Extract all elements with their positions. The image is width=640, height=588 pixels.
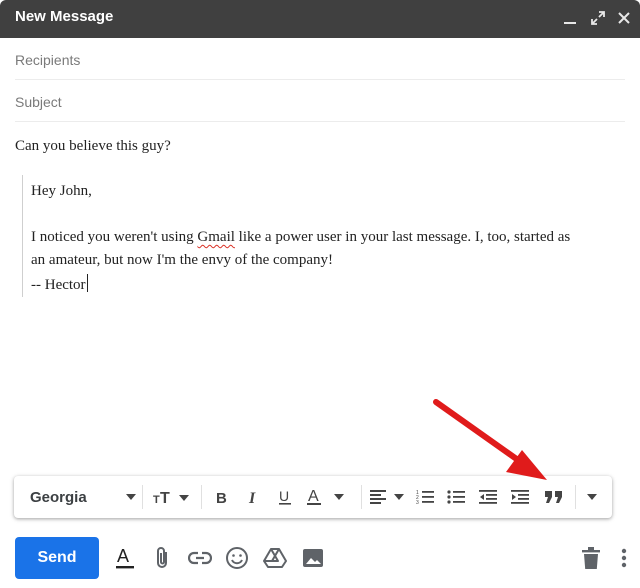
quote-greeting: Hey John, xyxy=(31,183,92,199)
drive-icon[interactable] xyxy=(262,545,288,571)
text-cursor xyxy=(86,274,88,292)
underline-icon[interactable]: U xyxy=(274,476,296,518)
recipients-placeholder: Recipients xyxy=(15,52,81,68)
close-icon[interactable] xyxy=(612,6,636,30)
indent-less-icon[interactable] xyxy=(477,476,499,518)
subject-field[interactable]: Subject xyxy=(15,82,625,122)
quote-line-2: an amateur, but now I'm the envy of the … xyxy=(31,252,334,268)
toolbar-divider xyxy=(142,485,143,509)
compose-titlebar[interactable]: New Message xyxy=(0,0,640,38)
svg-text:3: 3 xyxy=(416,500,419,505)
send-button[interactable]: Send xyxy=(15,537,99,579)
font-selector[interactable]: Georgia xyxy=(22,476,140,518)
more-options-icon[interactable] xyxy=(611,545,637,571)
font-dropdown-icon xyxy=(126,494,136,500)
align-icon[interactable] xyxy=(366,476,414,518)
svg-text:I: I xyxy=(248,490,256,506)
numbered-list-icon[interactable]: 1 2 3 xyxy=(414,476,436,518)
minimize-icon[interactable] xyxy=(558,6,582,30)
text-color-icon[interactable]: A xyxy=(304,476,356,518)
trash-icon[interactable] xyxy=(578,545,604,571)
toolbar-divider xyxy=(575,485,576,509)
recipients-field[interactable]: Recipients xyxy=(15,40,625,80)
formatting-options-icon[interactable]: A xyxy=(112,545,138,571)
svg-text:T: T xyxy=(160,490,170,507)
attach-icon[interactable] xyxy=(150,545,176,571)
photo-icon[interactable] xyxy=(300,545,326,571)
svg-text:T: T xyxy=(153,494,160,506)
bulleted-list-icon[interactable] xyxy=(445,476,467,518)
quote-signature-line: -- Hector xyxy=(31,274,88,294)
toolbar-divider xyxy=(201,485,202,509)
bold-icon[interactable]: B xyxy=(210,476,232,518)
quote-line-1: I noticed you weren't using Gmail like a… xyxy=(31,229,570,246)
svg-text:U: U xyxy=(279,488,289,504)
emoji-icon[interactable] xyxy=(224,545,250,571)
indent-more-icon[interactable] xyxy=(509,476,531,518)
svg-text:B: B xyxy=(216,490,227,506)
compose-title: New Message xyxy=(15,8,114,25)
quote-signature: -- Hector xyxy=(31,277,86,293)
formatting-toolbar: Georgia T T B I U A 1 2 3 xyxy=(14,476,612,518)
quote-line-1-end: like a power user in your last message. … xyxy=(234,229,571,245)
fullscreen-icon[interactable] xyxy=(586,6,610,30)
more-formatting-icon[interactable] xyxy=(580,476,604,518)
quote-icon[interactable] xyxy=(542,476,566,518)
font-size-icon[interactable]: T T xyxy=(148,476,194,518)
italic-icon[interactable]: I xyxy=(242,476,264,518)
quoted-block[interactable]: Hey John, I noticed you weren't using Gm… xyxy=(22,175,632,297)
body-first-line[interactable]: Can you believe this guy? xyxy=(15,138,171,155)
svg-text:A: A xyxy=(117,546,129,566)
font-name: Georgia xyxy=(30,488,87,506)
compose-window: New Message Recipients Subject Can you b… xyxy=(0,0,640,588)
subject-placeholder: Subject xyxy=(15,94,62,110)
toolbar-divider xyxy=(361,485,362,509)
misspelled-word[interactable]: Gmail xyxy=(197,229,235,245)
quote-line-1-start: I noticed you weren't using xyxy=(31,229,198,245)
link-icon[interactable] xyxy=(187,545,213,571)
svg-text:A: A xyxy=(308,488,319,505)
